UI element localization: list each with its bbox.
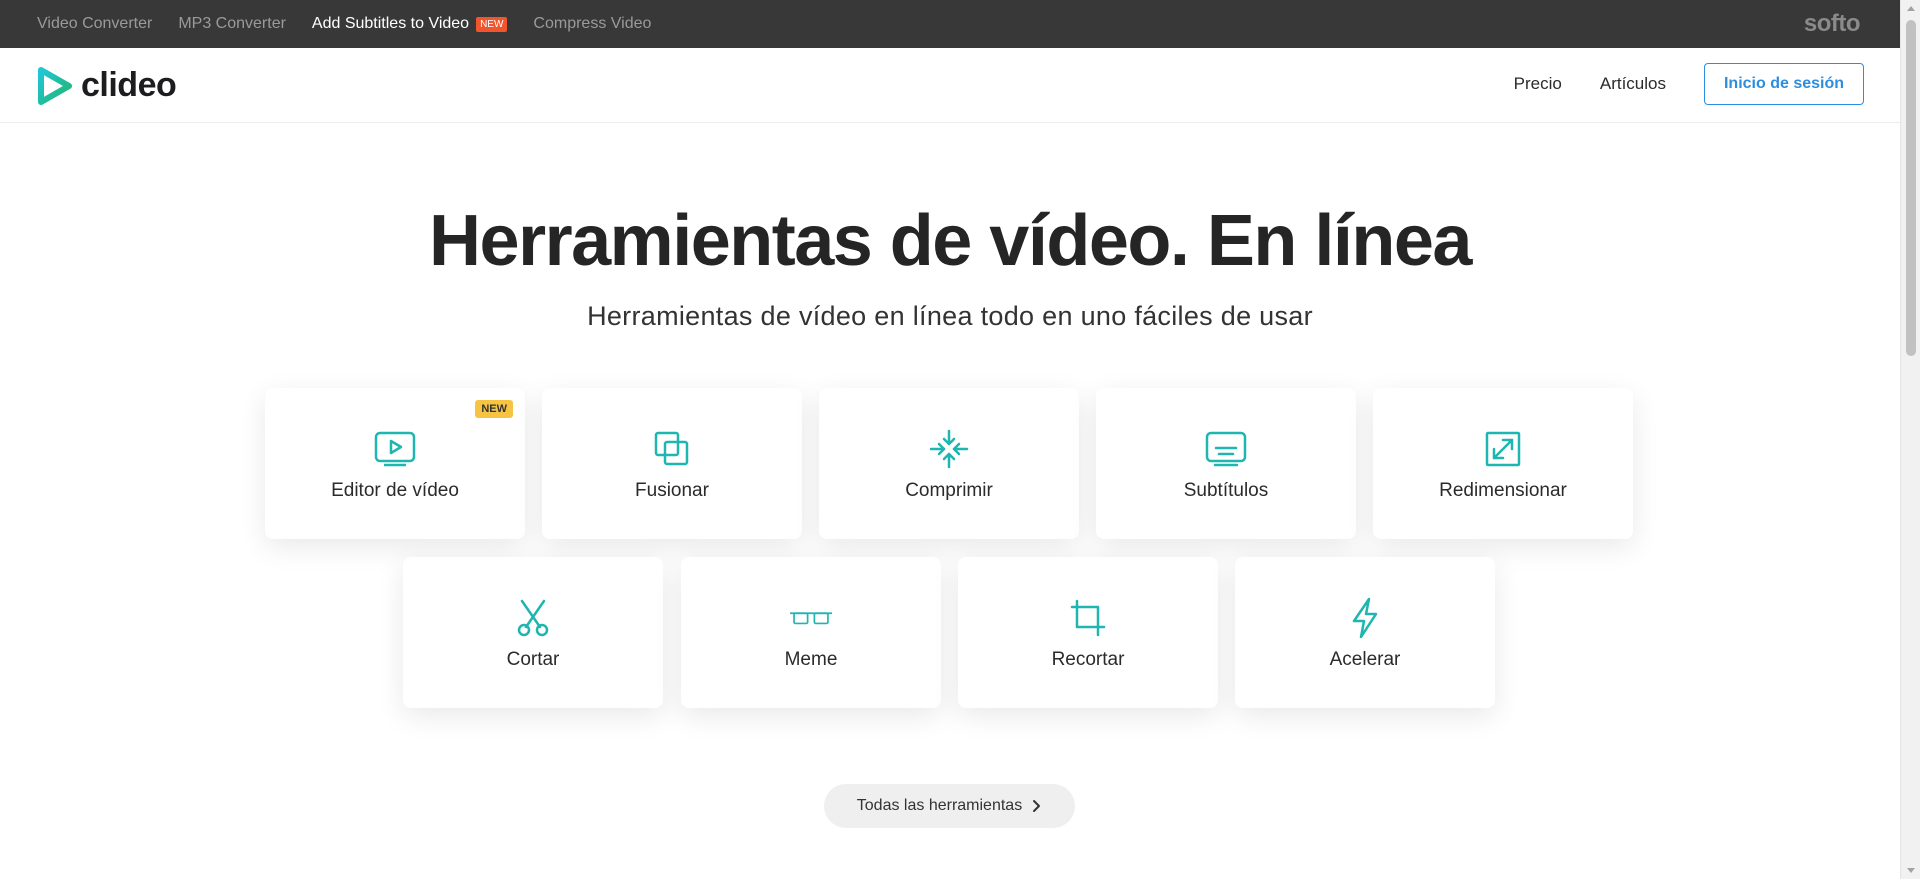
scroll-up-arrow-icon[interactable] xyxy=(1907,6,1915,11)
compress-icon xyxy=(928,429,970,469)
tool-label: Meme xyxy=(784,649,838,670)
merge-icon xyxy=(651,430,693,468)
new-badge: NEW xyxy=(475,400,513,418)
topbar-link-add-subtitles[interactable]: Add Subtitles to Video NEW xyxy=(312,15,508,33)
tool-label: Recortar xyxy=(1051,649,1125,670)
clideo-logo[interactable]: clideo xyxy=(37,66,177,105)
tool-card-speed[interactable]: Acelerar xyxy=(1235,557,1495,708)
tool-label: Fusionar xyxy=(635,480,709,501)
crop-icon xyxy=(1067,599,1109,637)
tool-card-cut[interactable]: Cortar xyxy=(403,557,663,708)
top-product-bar: Video Converter MP3 Converter Add Subtit… xyxy=(0,0,1900,48)
scrollbar[interactable] xyxy=(1900,0,1920,879)
new-badge: NEW xyxy=(476,16,508,32)
tool-card-crop[interactable]: Recortar xyxy=(958,557,1218,708)
tool-card-video-editor[interactable]: NEW Editor de vídeo xyxy=(265,388,525,539)
all-tools-label: Todas las herramientas xyxy=(856,797,1023,814)
topbar-link-video-converter[interactable]: Video Converter xyxy=(37,15,152,33)
site-header: clideo Precio Artículos Inicio de sesión xyxy=(0,48,1900,123)
clideo-play-logo-icon xyxy=(38,66,72,105)
topbar-link-mp3-converter[interactable]: MP3 Converter xyxy=(178,15,286,33)
softo-logo[interactable]: softo xyxy=(1804,10,1861,38)
nav-link-precio[interactable]: Precio xyxy=(1514,74,1562,94)
tool-card-resize[interactable]: Redimensionar xyxy=(1373,388,1633,539)
tool-card-meme[interactable]: Meme xyxy=(681,557,941,708)
tool-label: Subtítulos xyxy=(1183,480,1269,501)
logo-text: clideo xyxy=(81,66,177,104)
scroll-thumb[interactable] xyxy=(1906,20,1916,356)
tool-card-subtitles[interactable]: Subtítulos xyxy=(1096,388,1356,539)
play-screen-icon xyxy=(374,430,416,468)
scissors-icon xyxy=(512,599,554,637)
login-button[interactable]: Inicio de sesión xyxy=(1704,63,1864,105)
nav-link-articulos[interactable]: Artículos xyxy=(1600,74,1666,94)
resize-icon xyxy=(1482,430,1524,468)
page: Video Converter MP3 Converter Add Subtit… xyxy=(0,0,1920,879)
subtitles-icon xyxy=(1205,430,1247,468)
tool-card-compress[interactable]: Comprimir xyxy=(819,388,1079,539)
main-nav: Precio Artículos Inicio de sesión xyxy=(1514,63,1864,105)
all-tools-button[interactable]: Todas las herramientas xyxy=(824,784,1075,828)
tool-label: Editor de vídeo xyxy=(331,480,459,501)
tool-label: Acelerar xyxy=(1329,649,1401,670)
topbar-link-compress-video[interactable]: Compress Video xyxy=(533,15,651,33)
page-title: Herramientas de vídeo. En línea xyxy=(429,201,1472,281)
page-subtitle: Herramientas de vídeo en línea todo en u… xyxy=(587,301,1313,331)
scroll-down-arrow-icon[interactable] xyxy=(1907,868,1915,873)
tool-label: Comprimir xyxy=(905,480,993,501)
chevron-right-icon xyxy=(1033,800,1041,812)
tool-label: Redimensionar xyxy=(1439,480,1567,501)
topbar-link-add-subtitles-label: Add Subtitles to Video xyxy=(311,15,470,32)
glasses-icon xyxy=(790,599,832,637)
tool-card-merge[interactable]: Fusionar xyxy=(542,388,802,539)
tool-label: Cortar xyxy=(506,649,560,670)
lightning-icon xyxy=(1344,597,1386,639)
